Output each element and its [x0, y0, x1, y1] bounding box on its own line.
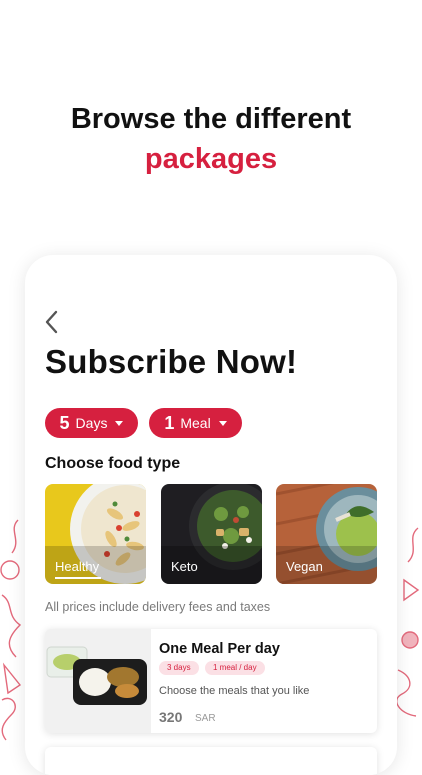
package-name: One Meal Per day: [159, 641, 280, 657]
promo-title: Browse the different: [70, 103, 352, 135]
caret-down-icon: [218, 420, 227, 426]
chevron-left-icon[interactable]: [41, 309, 63, 335]
meals-unit: Meal: [180, 415, 211, 431]
package-description: Choose the meals that you like: [159, 685, 310, 697]
food-type-healthy[interactable]: Healthy: [45, 484, 146, 584]
meals-count: 1: [164, 412, 175, 433]
food-type-vegan[interactable]: Vegan: [276, 484, 377, 584]
decorative-doodle-left: [0, 519, 22, 741]
package-price: 320: [159, 709, 183, 725]
promo-accent: packages: [144, 143, 278, 175]
days-unit: Days: [75, 415, 108, 431]
phone-screen: Subscribe Now! 5 Days 1 Meal Choose food…: [25, 255, 397, 775]
package-days-tag: 3 days: [159, 661, 199, 675]
days-count: 5: [59, 412, 70, 433]
price-note: All prices include delivery fees and tax…: [45, 600, 271, 614]
package-meals-tag: 1 meal / day: [205, 661, 265, 675]
package-card-partial[interactable]: [45, 747, 377, 775]
package-currency: SAR: [195, 713, 216, 724]
selected-indicator: [55, 577, 101, 579]
food-type-keto[interactable]: Keto: [161, 484, 262, 584]
package-meal-image: [45, 629, 151, 733]
food-type-label: Healthy: [55, 559, 100, 574]
food-type-label: Keto: [171, 559, 198, 574]
meals-dropdown[interactable]: 1 Meal: [149, 408, 242, 438]
caret-down-icon: [115, 420, 124, 426]
package-card[interactable]: One Meal Per day 3 days 1 meal / day Cho…: [45, 629, 377, 733]
food-type-heading: Choose food type: [45, 455, 181, 472]
food-type-label: Vegan: [286, 559, 323, 574]
page-title: Subscribe Now!: [45, 343, 298, 380]
days-dropdown[interactable]: 5 Days: [45, 408, 138, 438]
